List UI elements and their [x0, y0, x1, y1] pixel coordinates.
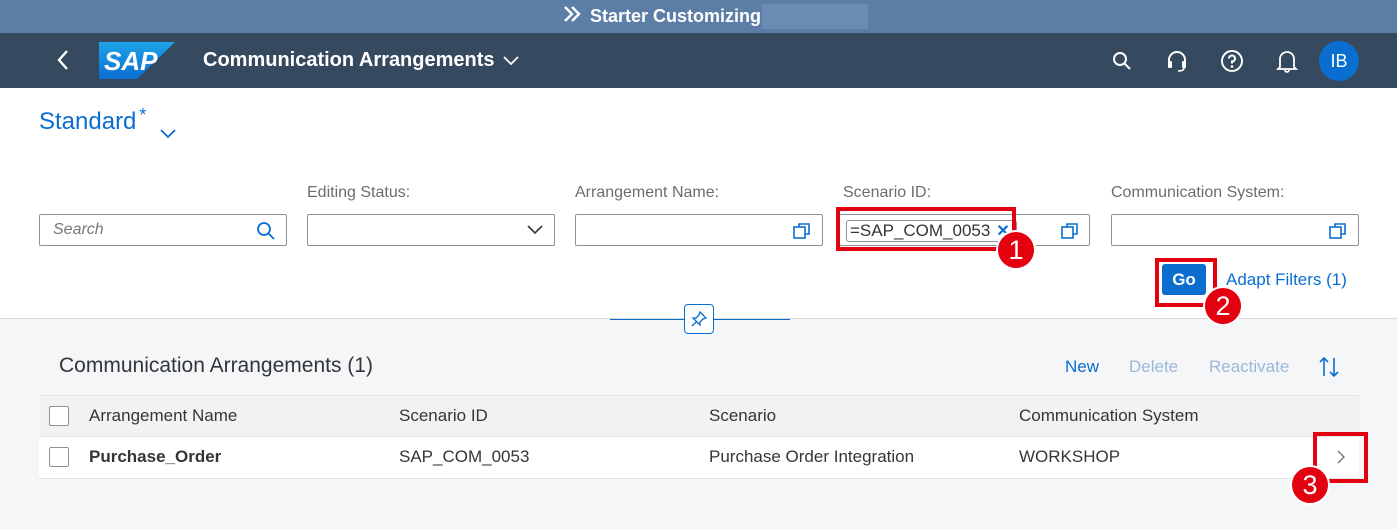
column-header-communication-system[interactable]: Communication System — [1019, 406, 1199, 426]
sort-icon — [1319, 356, 1339, 378]
cell-scenario: Purchase Order Integration — [709, 447, 915, 466]
value-help-icon[interactable] — [1328, 221, 1348, 241]
search-placeholder: Search — [53, 221, 104, 238]
notifications-button[interactable] — [1273, 47, 1301, 75]
column-header-scenario[interactable]: Scenario — [709, 406, 776, 426]
arrangement-name-label: Arrangement Name: — [575, 184, 720, 201]
search-icon[interactable] — [256, 221, 276, 241]
shell-bar: SAP Communication Arrangements IB — [0, 33, 1397, 88]
table-row[interactable]: Purchase_Order SAP_COM_0053 Purchase Ord… — [39, 437, 1359, 479]
back-icon — [57, 50, 68, 70]
column-header-scenario-id[interactable]: Scenario ID — [399, 406, 488, 426]
annotation-badge-1: 1 — [996, 230, 1036, 270]
communication-system-input[interactable] — [1111, 214, 1359, 246]
help-icon — [1221, 50, 1243, 72]
headset-icon — [1168, 51, 1186, 72]
search-icon — [1113, 52, 1131, 70]
help-button[interactable] — [1218, 47, 1246, 75]
cell-scenario-id: SAP_COM_0053 — [399, 447, 530, 466]
row-checkbox[interactable] — [49, 447, 69, 467]
annotation-badge-3: 3 — [1290, 465, 1330, 505]
scenario-id-label: Scenario ID: — [843, 184, 932, 201]
top-strip: Starter Customizing — [0, 0, 1397, 33]
sort-button[interactable] — [1316, 354, 1342, 380]
search-button[interactable] — [1108, 47, 1136, 75]
starter-customizing-title: Starter Customizing — [562, 0, 761, 33]
pin-header-button[interactable] — [684, 304, 714, 334]
value-help-icon[interactable] — [1060, 221, 1080, 241]
cell-arrangement-name: Purchase_Order — [89, 447, 222, 466]
top-strip-title-text: Starter Customizing — [590, 6, 762, 26]
delete-button[interactable]: Delete — [1129, 357, 1178, 377]
arrangement-name-input[interactable] — [575, 214, 823, 246]
select-all-checkbox[interactable] — [49, 406, 69, 426]
value-help-icon[interactable] — [792, 221, 812, 241]
support-button[interactable] — [1163, 47, 1191, 75]
communication-system-label: Communication System: — [1111, 184, 1285, 201]
double-chevron-right-icon — [562, 4, 582, 29]
variant-modified-marker: * — [139, 105, 147, 125]
adapt-filters-link[interactable]: Adapt Filters (1) — [1226, 270, 1347, 290]
title-highlight — [762, 4, 868, 29]
variant-selector[interactable]: Standard * — [39, 105, 177, 146]
chevron-down-icon — [160, 118, 177, 146]
user-avatar[interactable]: IB — [1319, 41, 1359, 81]
chevron-down-icon[interactable] — [526, 223, 546, 243]
app-title: Communication Arrangements — [203, 49, 495, 71]
editing-status-select[interactable] — [307, 214, 555, 246]
pin-icon — [691, 311, 707, 327]
app-title-menu[interactable]: Communication Arrangements — [203, 33, 519, 88]
table-header: Arrangement Name Scenario ID Scenario Co… — [39, 395, 1359, 437]
annotation-badge-2: 2 — [1203, 286, 1243, 326]
new-button[interactable]: New — [1065, 357, 1099, 377]
sap-logo-text: SAP — [104, 46, 158, 76]
reactivate-button[interactable]: Reactivate — [1209, 357, 1289, 377]
column-header-arrangement-name[interactable]: Arrangement Name — [89, 406, 237, 426]
editing-status-label: Editing Status: — [307, 184, 411, 201]
annotation-box-1 — [836, 207, 1016, 251]
table-title: Communication Arrangements (1) — [59, 354, 373, 377]
search-input[interactable]: Search — [39, 214, 287, 246]
back-button[interactable] — [50, 47, 76, 73]
bell-icon — [1276, 51, 1298, 73]
variant-name: Standard — [39, 108, 137, 135]
sap-logo[interactable]: SAP — [99, 42, 175, 79]
cell-communication-system: WORKSHOP — [1019, 447, 1121, 466]
chevron-down-icon — [502, 55, 519, 65]
